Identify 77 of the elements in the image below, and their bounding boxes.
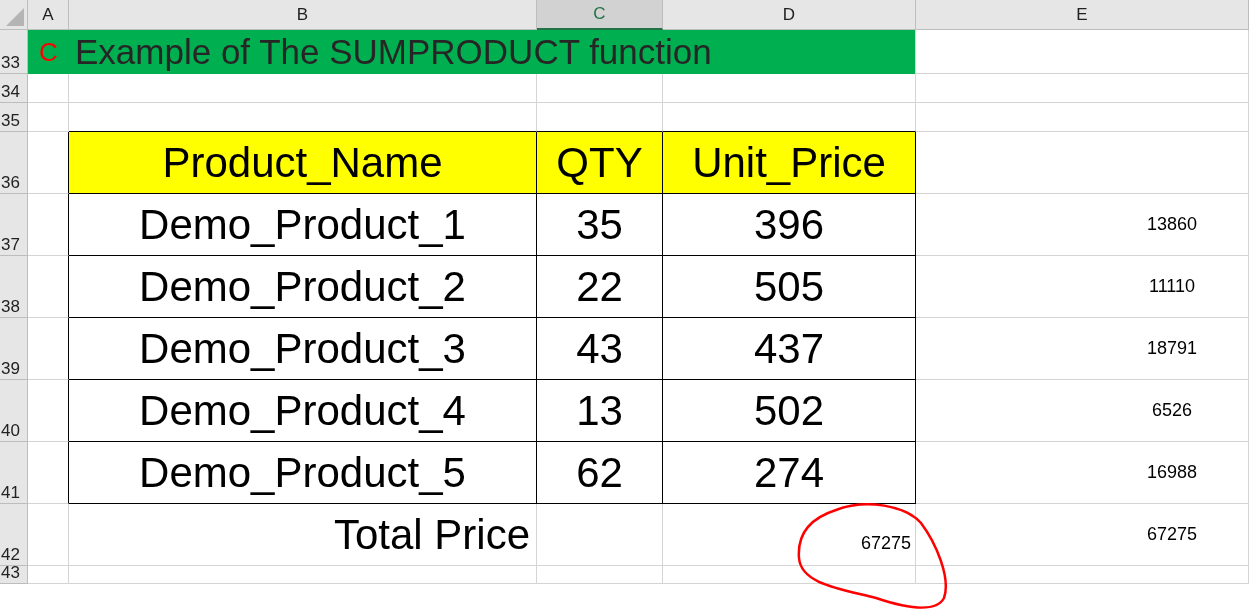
- grid-cell[interactable]: Demo_Product_2: [69, 256, 537, 318]
- column-header[interactable]: A: [28, 0, 69, 30]
- grid-cell[interactable]: [28, 442, 69, 504]
- column-header[interactable]: E: [916, 0, 1249, 30]
- row-header[interactable]: 36: [0, 132, 28, 194]
- row-header[interactable]: 35: [0, 103, 28, 132]
- table-cell-text: 502: [753, 386, 825, 436]
- table-cell-text: Demo_Product_2: [139, 262, 466, 312]
- grid-cell[interactable]: 18791: [916, 318, 1249, 380]
- column-header[interactable]: C: [537, 0, 663, 30]
- table-cell-text: 13: [576, 386, 623, 436]
- row-header[interactable]: 42: [0, 504, 28, 566]
- grid-cell[interactable]: 6526: [916, 380, 1249, 442]
- cell-text: 67275: [1146, 523, 1198, 546]
- grid-cell[interactable]: 67275: [663, 504, 916, 566]
- grid-cell[interactable]: Total Price: [69, 504, 537, 566]
- grid-cell[interactable]: 43: [537, 318, 663, 380]
- total-label: Total Price: [333, 510, 530, 560]
- grid-cell[interactable]: Product_Name: [69, 132, 537, 194]
- grid-cell[interactable]: Example of The SUMPRODUCT function: [69, 30, 916, 74]
- row-header[interactable]: 37: [0, 194, 28, 256]
- column-heading: QTY: [556, 138, 643, 188]
- grid-cell[interactable]: 22: [537, 256, 663, 318]
- grid-cell[interactable]: 396: [663, 194, 916, 256]
- cell-text: C: [39, 35, 58, 69]
- grid-cell[interactable]: Demo_Product_4: [69, 380, 537, 442]
- grid-cell[interactable]: 502: [663, 380, 916, 442]
- table-cell-text: 437: [753, 324, 825, 374]
- grid-cell[interactable]: [28, 318, 69, 380]
- table-cell-text: 35: [576, 200, 623, 250]
- grid-cell[interactable]: [28, 380, 69, 442]
- grid-cell[interactable]: 505: [663, 256, 916, 318]
- grid-cell[interactable]: 13860: [916, 194, 1249, 256]
- grid-cell[interactable]: Demo_Product_1: [69, 194, 537, 256]
- table-cell-text: 274: [753, 448, 825, 498]
- grid-cell[interactable]: 13: [537, 380, 663, 442]
- total-value: 67275: [860, 532, 911, 555]
- grid-cell[interactable]: 437: [663, 318, 916, 380]
- cell-text: 11110: [1148, 275, 1195, 298]
- row-header[interactable]: 43: [0, 566, 28, 584]
- row-header[interactable]: 34: [0, 74, 28, 103]
- table-cell-text: Demo_Product_4: [139, 386, 466, 436]
- table-cell-text: 22: [576, 262, 623, 312]
- column-header[interactable]: D: [663, 0, 916, 30]
- cell-text: 18791: [1146, 337, 1198, 360]
- row-header[interactable]: 41: [0, 442, 28, 504]
- grid-cell[interactable]: 67275: [916, 504, 1249, 566]
- title-text: Example of The SUMPRODUCT function: [75, 30, 712, 73]
- select-all-icon[interactable]: [6, 8, 24, 26]
- cell-text: 13860: [1146, 213, 1198, 236]
- row-header[interactable]: 40: [0, 380, 28, 442]
- table-cell-text: Demo_Product_3: [139, 324, 466, 374]
- grid-cell[interactable]: Unit_Price: [663, 132, 916, 194]
- cell-text: 16988: [1146, 461, 1198, 484]
- grid-cell[interactable]: 11110: [916, 256, 1249, 318]
- column-heading: Product_Name: [162, 138, 443, 188]
- table-cell-text: 505: [753, 262, 825, 312]
- row-header[interactable]: 33: [0, 30, 28, 74]
- grid-cell[interactable]: Demo_Product_3: [69, 318, 537, 380]
- grid-cell[interactable]: Demo_Product_5: [69, 442, 537, 504]
- grid-cell[interactable]: [28, 194, 69, 256]
- table-cell-text: Demo_Product_1: [139, 200, 466, 250]
- column-heading: Unit_Price: [692, 138, 886, 188]
- column-header[interactable]: B: [69, 0, 537, 30]
- cell-text: 6526: [1151, 399, 1192, 422]
- row-header[interactable]: 38: [0, 256, 28, 318]
- grid-cell[interactable]: 16988: [916, 442, 1249, 504]
- grid-cell[interactable]: QTY: [537, 132, 663, 194]
- table-cell-text: 62: [576, 448, 623, 498]
- table-cell-text: Demo_Product_5: [139, 448, 466, 498]
- table-cell-text: 43: [576, 324, 623, 374]
- grid-cell[interactable]: 274: [663, 442, 916, 504]
- row-header[interactable]: 39: [0, 318, 28, 380]
- table-cell-text: 396: [753, 200, 825, 250]
- grid-cell[interactable]: 35: [537, 194, 663, 256]
- grid-cell[interactable]: 62: [537, 442, 663, 504]
- grid-cell[interactable]: [28, 256, 69, 318]
